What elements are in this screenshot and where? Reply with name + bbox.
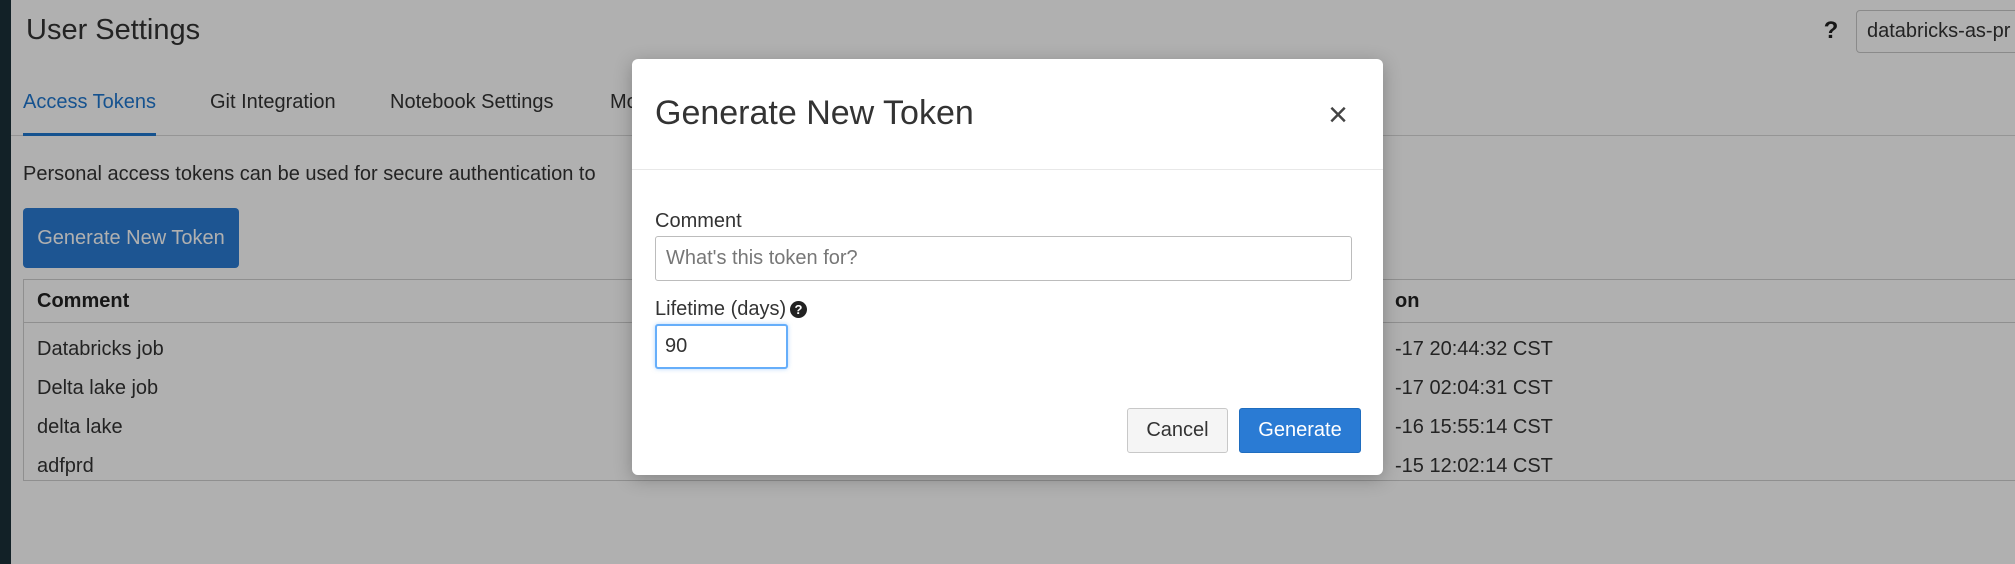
lifetime-days-input[interactable] [655,324,788,369]
cancel-button[interactable]: Cancel [1127,408,1228,453]
generate-token-dialog: Generate New Token × Comment Lifetime (d… [632,59,1383,475]
info-icon[interactable]: ? [790,301,807,318]
dialog-title: Generate New Token [655,94,974,132]
lifetime-label: Lifetime (days) [655,298,787,320]
dialog-header: Generate New Token × [632,59,1383,170]
comment-input[interactable] [655,236,1352,281]
close-icon[interactable]: × [1324,98,1352,133]
generate-button[interactable]: Generate [1239,408,1361,453]
comment-label: Comment [655,210,742,232]
